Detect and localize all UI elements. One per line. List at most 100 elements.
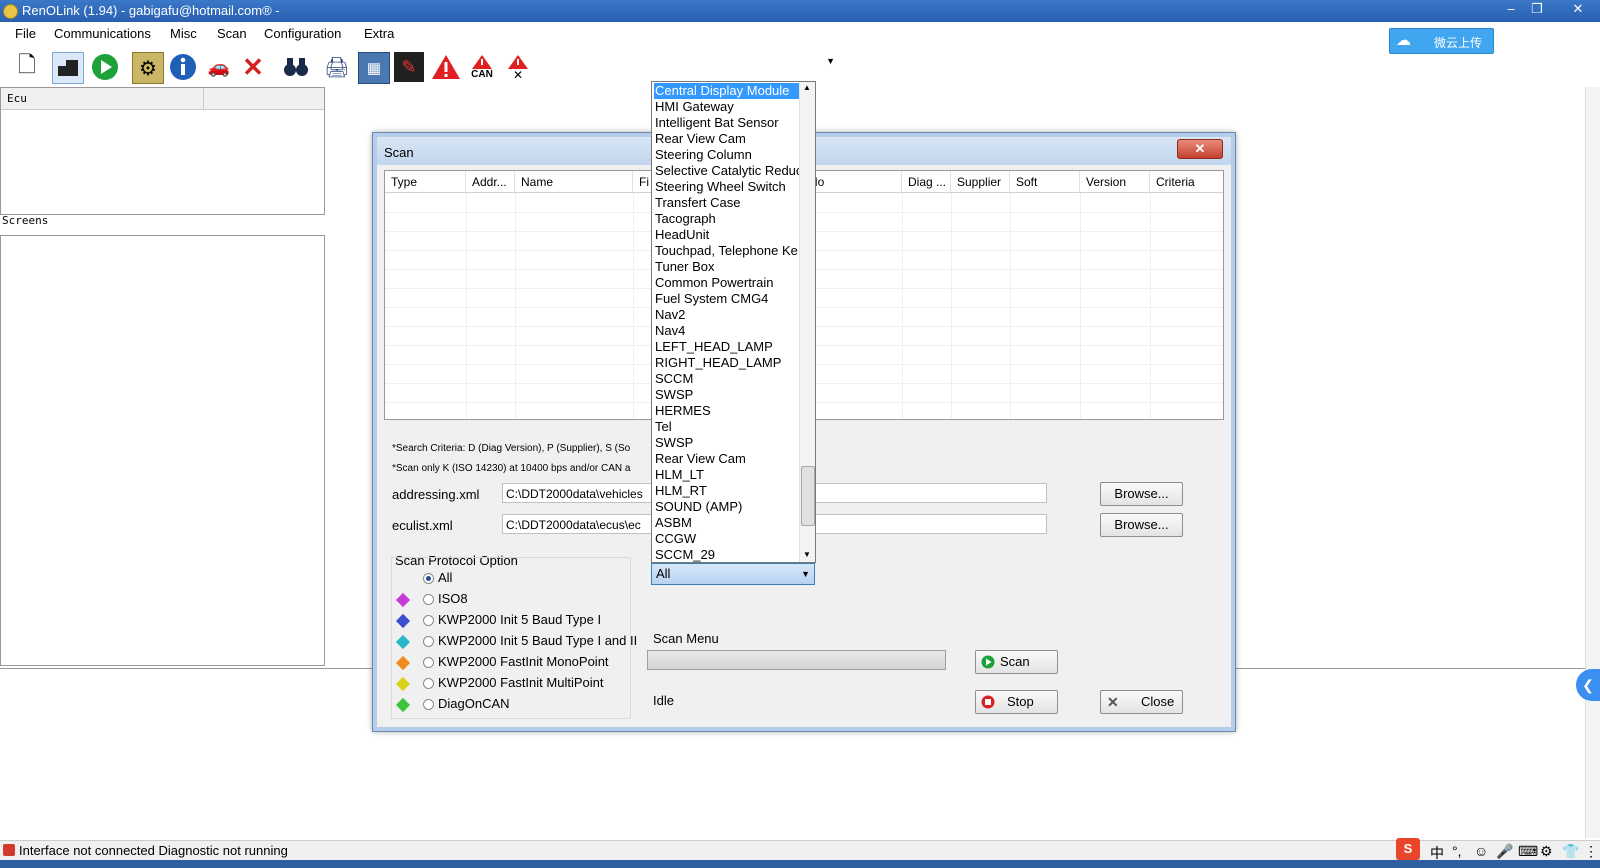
dropdown-option[interactable]: SWSP	[654, 387, 801, 403]
column-type[interactable]: Type	[385, 171, 466, 193]
ime-more-icon[interactable]: ⋮	[1584, 843, 1598, 860]
main-scrollbar[interactable]	[1585, 87, 1600, 838]
dropdown-option[interactable]: RIGHT_HEAD_LAMP	[654, 355, 801, 371]
dropdown-scroll-thumb[interactable]	[801, 466, 815, 526]
dropdown-option[interactable]: SWSP	[654, 435, 801, 451]
dropdown-option[interactable]: HLM_RT	[654, 483, 801, 499]
protocol-kwp-type1-label[interactable]: KWP2000 Init 5 Baud Type I	[438, 612, 601, 627]
connect-icon[interactable]	[52, 52, 84, 84]
ime-settings-icon[interactable]: ⚙	[1540, 843, 1553, 860]
ecu-type-dropdown-list[interactable]: Central Display Module HMI Gateway Intel…	[651, 81, 816, 563]
play-icon[interactable]	[90, 52, 120, 82]
gear-icon[interactable]: ⚙	[132, 52, 164, 84]
protocol-kwp-multipoint-radio[interactable]	[423, 678, 434, 689]
dropdown-option[interactable]: HLM_LT	[654, 467, 801, 483]
vehicle-icon[interactable]: 🚗	[204, 52, 234, 82]
dropdown-option[interactable]: Intelligent Bat Sensor	[654, 115, 801, 131]
dropdown-option[interactable]: HMI Gateway	[654, 99, 801, 115]
column-soft[interactable]: Soft	[1010, 171, 1080, 193]
column-address[interactable]: Addr...	[466, 171, 515, 193]
window-close-button[interactable]: ✕	[1560, 0, 1596, 18]
info-icon[interactable]	[168, 52, 198, 82]
ime-keyboard-icon[interactable]: ⌨	[1518, 843, 1538, 860]
protocol-kwp-monopoint-label[interactable]: KWP2000 FastInit MonoPoint	[438, 654, 609, 669]
menu-communications[interactable]: Communications	[54, 26, 151, 41]
ime-skin-icon[interactable]: 👕	[1562, 843, 1579, 860]
dropdown-option[interactable]: Tel	[654, 419, 801, 435]
protocol-all-radio[interactable]	[423, 573, 434, 584]
browse-eculist-button[interactable]: Browse...	[1100, 513, 1183, 537]
ime-punct-icon[interactable]: °,	[1452, 843, 1462, 859]
chevron-down-icon[interactable]: ▼	[801, 564, 810, 584]
dropdown-option[interactable]: ASBM	[654, 515, 801, 531]
protocol-kwp-type12-radio[interactable]	[423, 636, 434, 647]
protocol-kwp-multipoint-label[interactable]: KWP2000 FastInit MultiPoint	[438, 675, 603, 690]
dropdown-option[interactable]: Tacograph	[654, 211, 801, 227]
toolbar-combo[interactable]: ▼	[537, 56, 837, 74]
column-name[interactable]: Name	[515, 171, 633, 193]
dropdown-option[interactable]: LEFT_HEAD_LAMP	[654, 339, 801, 355]
protocol-kwp-monopoint-radio[interactable]	[423, 657, 434, 668]
dropdown-option[interactable]: Nav4	[654, 323, 801, 339]
dropdown-option[interactable]: SCCM_29	[654, 547, 801, 562]
menu-misc[interactable]: Misc	[170, 26, 197, 41]
protocol-kwp-type12-label[interactable]: KWP2000 Init 5 Baud Type I and II	[438, 633, 637, 648]
cancel-icon[interactable]: ✕	[238, 52, 268, 82]
dropdown-option[interactable]: Fuel System CMG4	[654, 291, 801, 307]
column-version[interactable]: Version	[1080, 171, 1150, 193]
ecu-type-filter-combo[interactable]: All ▼	[651, 563, 815, 585]
close-button[interactable]: ✕ Close	[1100, 690, 1183, 714]
dropdown-option[interactable]: CCGW	[654, 531, 801, 547]
minimize-button[interactable]: –	[1498, 0, 1524, 18]
menu-extra[interactable]: Extra	[364, 26, 394, 41]
can-warning-icon[interactable]: CAN	[467, 52, 497, 82]
pen-icon[interactable]: ✎	[394, 52, 424, 82]
menu-file[interactable]: File	[15, 26, 36, 41]
protocol-iso8-radio[interactable]	[423, 594, 434, 605]
ime-logo-icon[interactable]: S	[1396, 838, 1420, 860]
dropdown-option[interactable]: Nav2	[654, 307, 801, 323]
dropdown-option[interactable]: SOUND (AMP)	[654, 499, 801, 515]
dropdown-option[interactable]: Central Display Module	[654, 83, 801, 99]
binoculars-icon[interactable]	[281, 52, 311, 82]
dropdown-option[interactable]: Steering Column	[654, 147, 801, 163]
protocol-all-label[interactable]: All	[438, 570, 452, 585]
menu-scan[interactable]: Scan	[217, 26, 247, 41]
dropdown-scrollbar[interactable]: ▲ ▼	[799, 82, 815, 562]
dropdown-option[interactable]: Steering Wheel Switch	[654, 179, 801, 195]
dropdown-option[interactable]: HeadUnit	[654, 227, 801, 243]
restore-button[interactable]: ❐	[1524, 0, 1550, 18]
chevron-down-icon[interactable]: ▼	[826, 56, 835, 66]
dropdown-option[interactable]: Tuner Box	[654, 259, 801, 275]
ime-mic-icon[interactable]: 🎤	[1496, 843, 1513, 860]
dropdown-option[interactable]: Rear View Cam	[654, 131, 801, 147]
column-diag[interactable]: Diag ...	[902, 171, 951, 193]
column-criteria[interactable]: Criteria	[1150, 171, 1223, 193]
dropdown-option[interactable]: Rear View Cam	[654, 451, 801, 467]
protocol-kwp-type1-radio[interactable]	[423, 615, 434, 626]
printer-icon[interactable]: 🖨	[322, 52, 352, 82]
protocol-iso8-label[interactable]: ISO8	[438, 591, 468, 606]
scan-button[interactable]: Scan	[975, 650, 1058, 674]
calculator-icon[interactable]: ▦	[358, 52, 390, 84]
browse-addressing-button[interactable]: Browse...	[1100, 482, 1183, 506]
dropdown-option[interactable]: HERMES	[654, 403, 801, 419]
clear-warning-icon[interactable]: ✕	[503, 52, 533, 82]
column-supplier[interactable]: Supplier	[951, 171, 1010, 193]
menu-configuration[interactable]: Configuration	[264, 26, 341, 41]
dropdown-option[interactable]: Touchpad, Telephone Ke	[654, 243, 801, 259]
new-document-icon[interactable]: 🗋	[12, 52, 42, 82]
warning-icon[interactable]	[431, 52, 461, 82]
protocol-diagoncan-label[interactable]: DiagOnCAN	[438, 696, 510, 711]
scroll-down-icon[interactable]: ▼	[803, 550, 811, 559]
dropdown-option[interactable]: Common Powertrain	[654, 275, 801, 291]
dropdown-option[interactable]: Transfert Case	[654, 195, 801, 211]
dialog-close-icon[interactable]: ✕	[1177, 139, 1223, 159]
scroll-up-icon[interactable]: ▲	[803, 83, 811, 92]
dropdown-option[interactable]: SCCM	[654, 371, 801, 387]
ime-emoji-icon[interactable]: ☺	[1474, 843, 1488, 859]
dropdown-option[interactable]: Selective Catalytic Reduc	[654, 163, 801, 179]
stop-button[interactable]: Stop	[975, 690, 1058, 714]
column-no[interactable]: No	[803, 171, 902, 193]
chevron-left-icon[interactable]: ❮	[1576, 669, 1600, 701]
